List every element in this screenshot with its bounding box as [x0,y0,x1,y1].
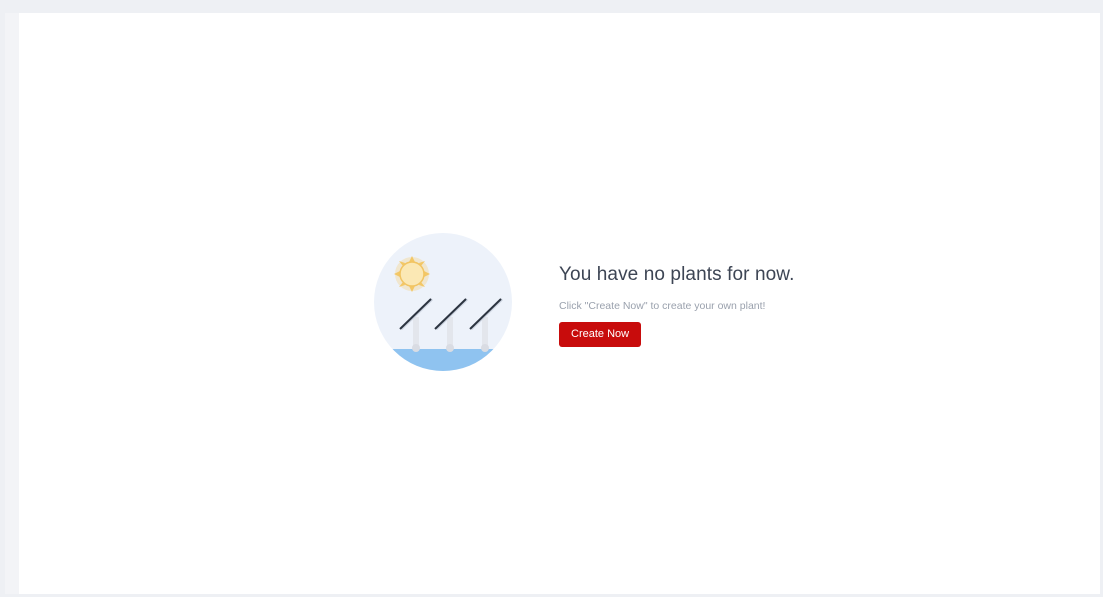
solar-plant-illustration-icon [374,233,512,371]
sun-icon [394,256,430,292]
create-now-button[interactable]: Create Now [559,322,642,347]
empty-state-subtitle: Click "Create Now" to create your own pl… [559,300,766,312]
empty-state: You have no plants for now. Click "Creat… [374,233,814,373]
sidebar-strip [5,13,19,594]
app-background: You have no plants for now. Click "Creat… [0,0,1103,597]
empty-state-title: You have no plants for now. [559,264,795,285]
empty-state-text: You have no plants for now. Click "Creat… [559,263,859,347]
